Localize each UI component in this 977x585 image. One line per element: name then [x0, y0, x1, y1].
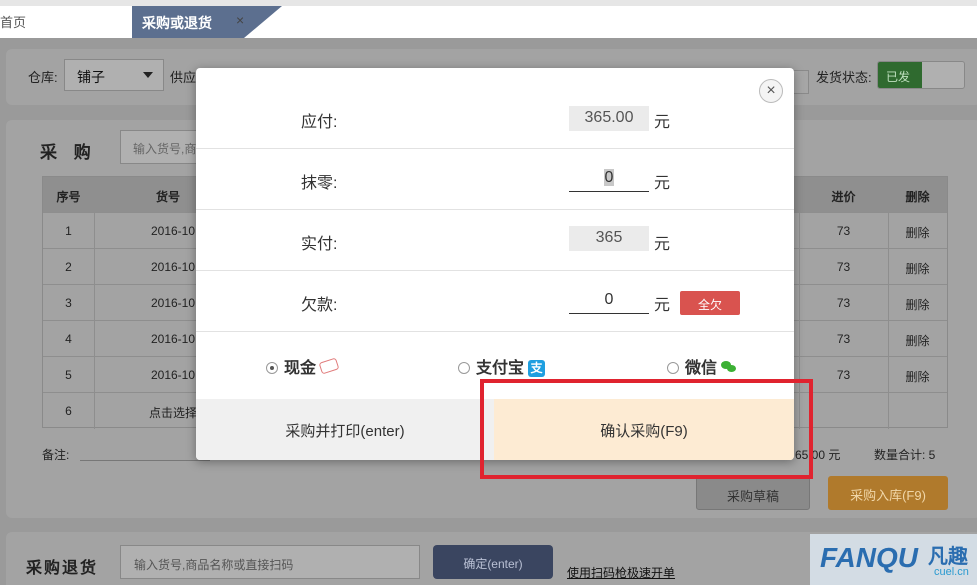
close-tab-icon[interactable]: ×	[236, 12, 244, 28]
payable-label: 应付:	[301, 114, 338, 131]
header-price: 进价	[831, 190, 856, 204]
row-sku: 2016-10	[150, 368, 196, 382]
row-sku: 2016-10	[150, 296, 196, 310]
payment-option-cash-label: 现金	[284, 360, 317, 377]
chevron-down-icon	[143, 72, 153, 78]
payable-unit: 元	[654, 114, 671, 131]
select-product-cell[interactable]: 点击选择	[143, 404, 203, 421]
all-owe-button[interactable]: 全欠	[680, 291, 740, 315]
radio-checked-icon	[266, 362, 278, 374]
payment-option-alipay[interactable]: 支付宝支	[458, 354, 546, 378]
watermark-logo-cn: 凡趣	[928, 546, 968, 568]
header-seq: 序号	[56, 190, 81, 204]
highlight-box	[480, 379, 813, 479]
payable-value: 365.00	[569, 106, 649, 131]
owed-value: 0	[604, 291, 614, 308]
row-sku: 2016-10	[150, 260, 196, 274]
supplier-label: 供应	[170, 70, 197, 85]
return-title: 采购退货	[26, 560, 99, 577]
row-delete-link[interactable]: 删除	[888, 260, 947, 277]
actual-paid-value: 365	[569, 226, 649, 251]
ship-status-value: 已发	[878, 62, 922, 88]
row-seq: 6	[65, 404, 72, 418]
radio-icon	[458, 362, 470, 374]
total-quantity: 数量合计: 5	[874, 448, 936, 462]
owed-unit: 元	[654, 297, 671, 314]
remark-input[interactable]	[80, 460, 210, 461]
wechat-icon	[721, 361, 737, 373]
ship-status-label: 发货状态:	[816, 70, 872, 85]
tab-home[interactable]: 首页	[0, 12, 26, 31]
purchase-and-print-button[interactable]: 采购并打印(enter)	[196, 399, 494, 460]
cash-icon	[318, 357, 340, 375]
row-seq: 2	[65, 260, 72, 274]
warehouse-label: 仓库:	[28, 70, 58, 85]
purchase-stockin-button[interactable]: 采购入库(F9)	[828, 476, 948, 510]
alipay-icon: 支	[528, 360, 546, 377]
row-delete-link[interactable]: 删除	[888, 332, 947, 349]
owed-label: 欠款:	[301, 297, 338, 314]
warehouse-select-value: 铺子	[77, 69, 105, 85]
site-watermark: FANQU 凡趣 cuel.cn	[810, 534, 977, 585]
rounding-unit: 元	[654, 175, 671, 192]
header-sku: 货号	[155, 190, 180, 204]
purchase-title: 采 购	[40, 143, 97, 162]
row-sku: 2016-10	[150, 224, 196, 238]
row-seq: 5	[65, 368, 72, 382]
actual-paid-row: 实付: 365 元	[196, 210, 794, 271]
actual-paid-label: 实付:	[301, 236, 338, 253]
purchase-draft-button[interactable]: 采购草稿	[696, 476, 810, 510]
payment-option-alipay-label: 支付宝	[476, 360, 525, 377]
rounding-value: 0	[603, 169, 615, 186]
row-seq: 4	[65, 332, 72, 346]
scan-quick-order-link[interactable]: 使用扫码枪极速开单	[567, 564, 675, 581]
row-price: 73	[836, 332, 851, 346]
watermark-logo-text: FANQU	[820, 542, 918, 573]
tab-purchase-return[interactable]: 采购或退货	[132, 6, 282, 38]
row-delete-link[interactable]: 删除	[888, 296, 947, 313]
rounding-label: 抹零:	[301, 175, 338, 192]
row-price: 73	[836, 260, 851, 274]
radio-icon	[667, 362, 679, 374]
row-delete-link[interactable]: 删除	[888, 368, 947, 385]
rounding-input[interactable]: 0	[569, 165, 649, 192]
remark-label: 备注:	[42, 448, 70, 462]
row-seq: 3	[65, 296, 72, 310]
tab-bar: 首页 采购或退货 ×	[0, 0, 977, 38]
return-search-input[interactable]: 输入货号,商品名称或直接扫码	[120, 545, 420, 579]
tab-purchase-return-label: 采购或退货	[142, 15, 212, 31]
owed-input[interactable]: 0	[569, 287, 649, 314]
actual-paid-unit: 元	[654, 236, 671, 253]
ship-status-toggle[interactable]: 已发	[877, 61, 965, 89]
row-price: 73	[836, 296, 851, 310]
warehouse-select[interactable]: 铺子	[64, 59, 164, 91]
row-delete-link[interactable]: 删除	[888, 224, 947, 241]
row-seq: 1	[65, 224, 72, 238]
payment-option-wechat[interactable]: 微信	[667, 354, 737, 378]
return-search-placeholder: 输入货号,商品名称或直接扫码	[134, 558, 294, 572]
payable-row: 应付: 365.00 元	[196, 88, 794, 149]
return-confirm-button[interactable]: 确定(enter)	[433, 545, 553, 579]
rounding-row: 抹零: 0 元	[196, 149, 794, 210]
header-delete: 删除	[905, 190, 930, 204]
row-sku: 2016-10	[150, 332, 196, 346]
row-price: 73	[836, 224, 851, 238]
owed-row: 欠款: 0 元 全欠	[196, 271, 794, 332]
payment-option-wechat-label: 微信	[685, 360, 718, 377]
payment-option-cash[interactable]: 现金	[266, 354, 340, 378]
watermark-url: cuel.cn	[934, 566, 969, 578]
